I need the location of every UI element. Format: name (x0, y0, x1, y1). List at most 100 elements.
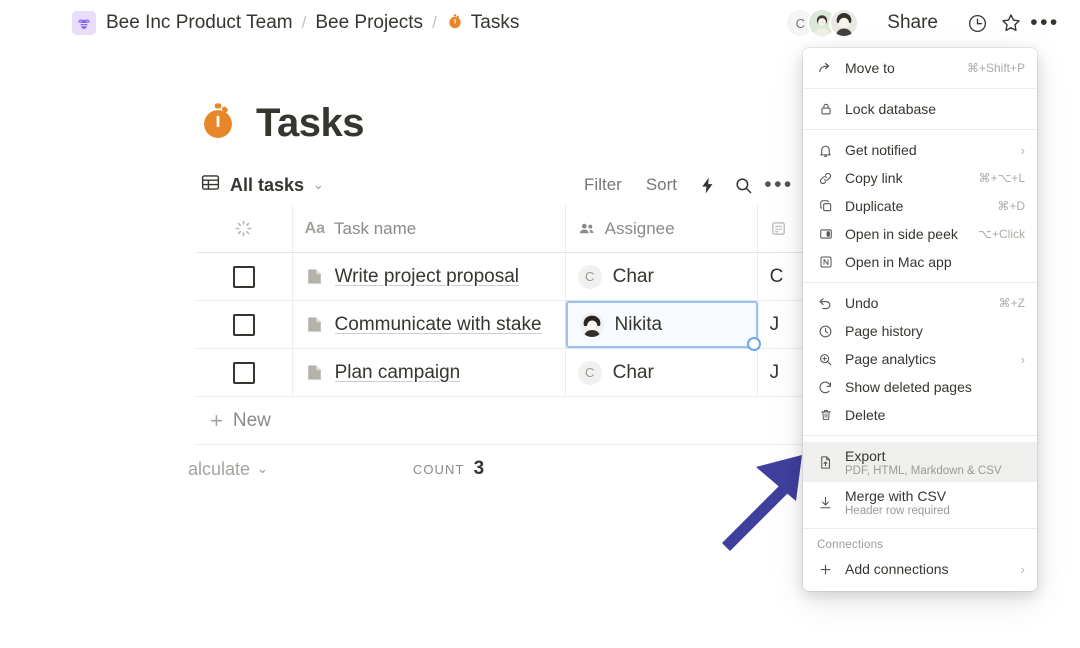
history-icon (817, 324, 834, 339)
filter-button[interactable]: Filter (574, 171, 632, 199)
menu-item-copy-link[interactable]: Copy link ⌘+⌥+L (803, 164, 1037, 192)
new-row-button[interactable]: + New (196, 397, 816, 445)
stopwatch-icon-large[interactable] (196, 98, 240, 149)
page-options-menu[interactable]: Move to ⌘+Shift+P Lock database Get noti… (803, 48, 1037, 591)
people-icon (578, 220, 596, 238)
row-assignee-cell[interactable]: C Char (566, 253, 758, 300)
task-checkbox[interactable] (233, 266, 255, 288)
menu-item-undo[interactable]: Undo ⌘+Z (803, 289, 1037, 317)
trash-icon (817, 408, 834, 422)
row-assignee-cell-selected[interactable]: Nikita (566, 301, 758, 348)
header-task-name-label: Aa Task name (305, 219, 417, 239)
text-type-icon: Aa (305, 220, 325, 238)
breadcrumb-workspace[interactable]: Bee Inc Product Team (72, 11, 293, 35)
star-icon[interactable] (994, 6, 1028, 40)
new-row-label: New (233, 410, 271, 432)
menu-item-shortcut: ⌘+D (989, 199, 1025, 213)
header-task-name[interactable]: Aa Task name (293, 205, 566, 252)
view-name: All tasks (230, 175, 304, 196)
row-assignee-cell[interactable]: C Char (566, 349, 758, 396)
menu-item-add-connections[interactable]: Add connections › (803, 555, 1037, 583)
menu-item-duplicate[interactable]: Duplicate ⌘+D (803, 192, 1037, 220)
avatar-group[interactable]: C (785, 8, 859, 38)
header-assignee-label: Assignee (578, 219, 675, 239)
page-title: Tasks (256, 101, 364, 146)
header-status[interactable] (196, 205, 293, 252)
bee-icon (72, 11, 96, 35)
calculate-label: alculate (188, 459, 250, 480)
sort-button[interactable]: Sort (636, 171, 687, 199)
table-row[interactable]: Plan campaign C Char J (196, 349, 816, 397)
menu-item-shortcut: ⌘+⌥+L (970, 171, 1025, 185)
row-checkbox-cell[interactable] (196, 253, 293, 300)
search-icon[interactable] (727, 169, 759, 201)
menu-divider (803, 282, 1037, 283)
table-row[interactable]: Write project proposal C Char C (196, 253, 816, 301)
menu-item-merge-with-csv[interactable]: Merge with CSV Header row required (803, 482, 1037, 522)
page-document-icon (305, 267, 324, 286)
export-icon (817, 455, 834, 470)
task-checkbox[interactable] (233, 362, 255, 384)
lightning-icon[interactable] (691, 169, 723, 201)
avatar-initial: C (796, 16, 805, 31)
third-cell-text: J (770, 314, 780, 336)
avatar-initial: C (585, 269, 594, 284)
count-summary[interactable]: COUNT 3 (306, 458, 591, 480)
assignee-chip: Nikita (580, 313, 663, 337)
menu-item-label: Duplicate (845, 198, 903, 214)
link-icon (817, 171, 834, 186)
row-task-name-cell[interactable]: Write project proposal (293, 253, 566, 300)
row-task-name-cell[interactable]: Communicate with stake (293, 301, 566, 348)
table-view-icon (200, 172, 221, 198)
chevron-down-icon[interactable]: ⌄ (313, 177, 324, 193)
menu-item-open-side-peek[interactable]: Open in side peek ⌥+Click (803, 220, 1037, 248)
row-checkbox-cell[interactable] (196, 349, 293, 396)
chevron-down-icon[interactable]: ⌄ (257, 461, 268, 477)
menu-item-label: Open in side peek (845, 226, 958, 242)
breadcrumb-page[interactable]: Tasks (446, 12, 520, 35)
menu-divider (803, 129, 1037, 130)
header-assignee[interactable]: Assignee (566, 205, 758, 252)
menu-item-label: Add connections (845, 561, 949, 577)
menu-item-page-analytics[interactable]: Page analytics › (803, 345, 1037, 373)
third-cell-text: C (770, 266, 784, 288)
menu-item-export[interactable]: Export PDF, HTML, Markdown & CSV (803, 442, 1037, 482)
assignee-name: Char (613, 362, 654, 384)
analytics-icon (817, 352, 834, 367)
menu-item-delete[interactable]: Delete (803, 401, 1037, 429)
menu-item-sublabel: PDF, HTML, Markdown & CSV (845, 465, 1002, 477)
menu-item-body: Export PDF, HTML, Markdown & CSV (845, 448, 1002, 477)
menu-item-lock-database[interactable]: Lock database (803, 95, 1037, 123)
table-footer: alculate ⌄ COUNT 3 (196, 445, 816, 493)
bell-icon (817, 143, 834, 158)
menu-item-label: Open in Mac app (845, 254, 952, 270)
menu-divider (803, 528, 1037, 529)
merge-csv-icon (817, 495, 834, 510)
calculate-button[interactable]: alculate ⌄ (188, 459, 288, 480)
row-checkbox-cell[interactable] (196, 301, 293, 348)
assignee-chip: C Char (578, 361, 654, 385)
menu-item-move-to[interactable]: Move to ⌘+Shift+P (803, 54, 1037, 82)
menu-item-show-deleted-pages[interactable]: Show deleted pages (803, 373, 1037, 401)
breadcrumb-project[interactable]: Bee Projects (315, 12, 423, 34)
share-button[interactable]: Share (881, 9, 944, 37)
menu-divider (803, 88, 1037, 89)
menu-item-label: Get notified (845, 142, 917, 158)
assignee-name: Nikita (615, 314, 663, 336)
task-name-label: Write project proposal (335, 266, 519, 288)
avatar-photo-2[interactable] (829, 8, 859, 38)
menu-item-label: Page history (845, 323, 923, 339)
count-value: 3 (474, 458, 485, 480)
side-peek-icon (817, 227, 834, 241)
menu-item-open-mac-app[interactable]: Open in Mac app (803, 248, 1037, 276)
view-more-icon[interactable]: ••• (763, 169, 795, 201)
menu-item-get-notified[interactable]: Get notified › (803, 136, 1037, 164)
avatar-initial: C (585, 365, 594, 380)
tab-all-tasks[interactable]: All tasks ⌄ (200, 172, 324, 198)
task-checkbox[interactable] (233, 314, 255, 336)
row-task-name-cell[interactable]: Plan campaign (293, 349, 566, 396)
table-row[interactable]: Communicate with stake Nikita (196, 301, 816, 349)
menu-item-page-history[interactable]: Page history (803, 317, 1037, 345)
more-options-icon[interactable]: ••• (1028, 6, 1062, 40)
clock-icon[interactable] (960, 6, 994, 40)
